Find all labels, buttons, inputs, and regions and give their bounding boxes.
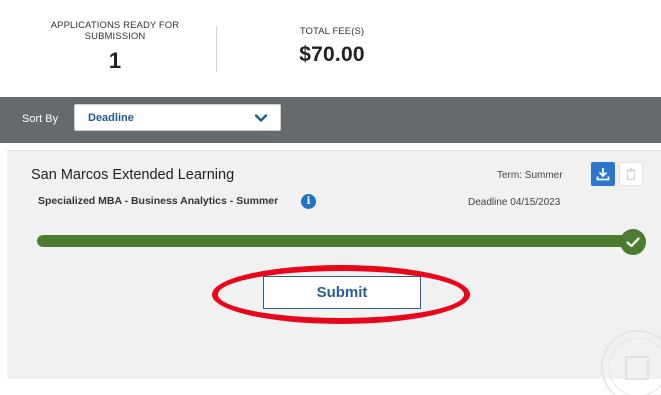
progress-fill [37, 235, 627, 247]
application-progress-bar [37, 235, 627, 247]
fee-label: TOTAL FEE(S) [299, 26, 365, 37]
delete-button[interactable] [619, 162, 643, 186]
deadline-text: Deadline 04/15/2023 [468, 197, 561, 208]
program-name: Specialized MBA - Business Analytics - S… [38, 195, 279, 207]
term-text: Term: Summer [497, 170, 563, 181]
summary-divider [216, 26, 217, 72]
download-icon [596, 168, 610, 181]
info-icon[interactable]: i [301, 194, 316, 209]
sort-selected-value: Deadline [88, 112, 134, 124]
download-button[interactable] [591, 162, 615, 186]
ready-count: 1 [108, 48, 122, 73]
ready-label: APPLICATIONS READY FOR SUBMISSION [50, 20, 180, 42]
fee-stat: TOTAL FEE(S) $70.00 [262, 26, 402, 67]
check-icon [620, 229, 646, 255]
trash-icon [626, 167, 636, 181]
school-name: San Marcos Extended Learning [31, 167, 235, 183]
fee-value: $70.00 [299, 43, 365, 66]
sort-dropdown[interactable]: Deadline [74, 104, 281, 131]
sort-label: Sort By [22, 113, 59, 125]
ready-stat: APPLICATIONS READY FOR SUBMISSION 1 [40, 20, 190, 74]
sort-bar: Sort By Deadline [0, 97, 661, 143]
application-summary: APPLICATIONS READY FOR SUBMISSION 1 TOTA… [0, 0, 661, 97]
chevron-down-icon [254, 114, 268, 122]
highlight-ring-annotation [212, 265, 470, 324]
